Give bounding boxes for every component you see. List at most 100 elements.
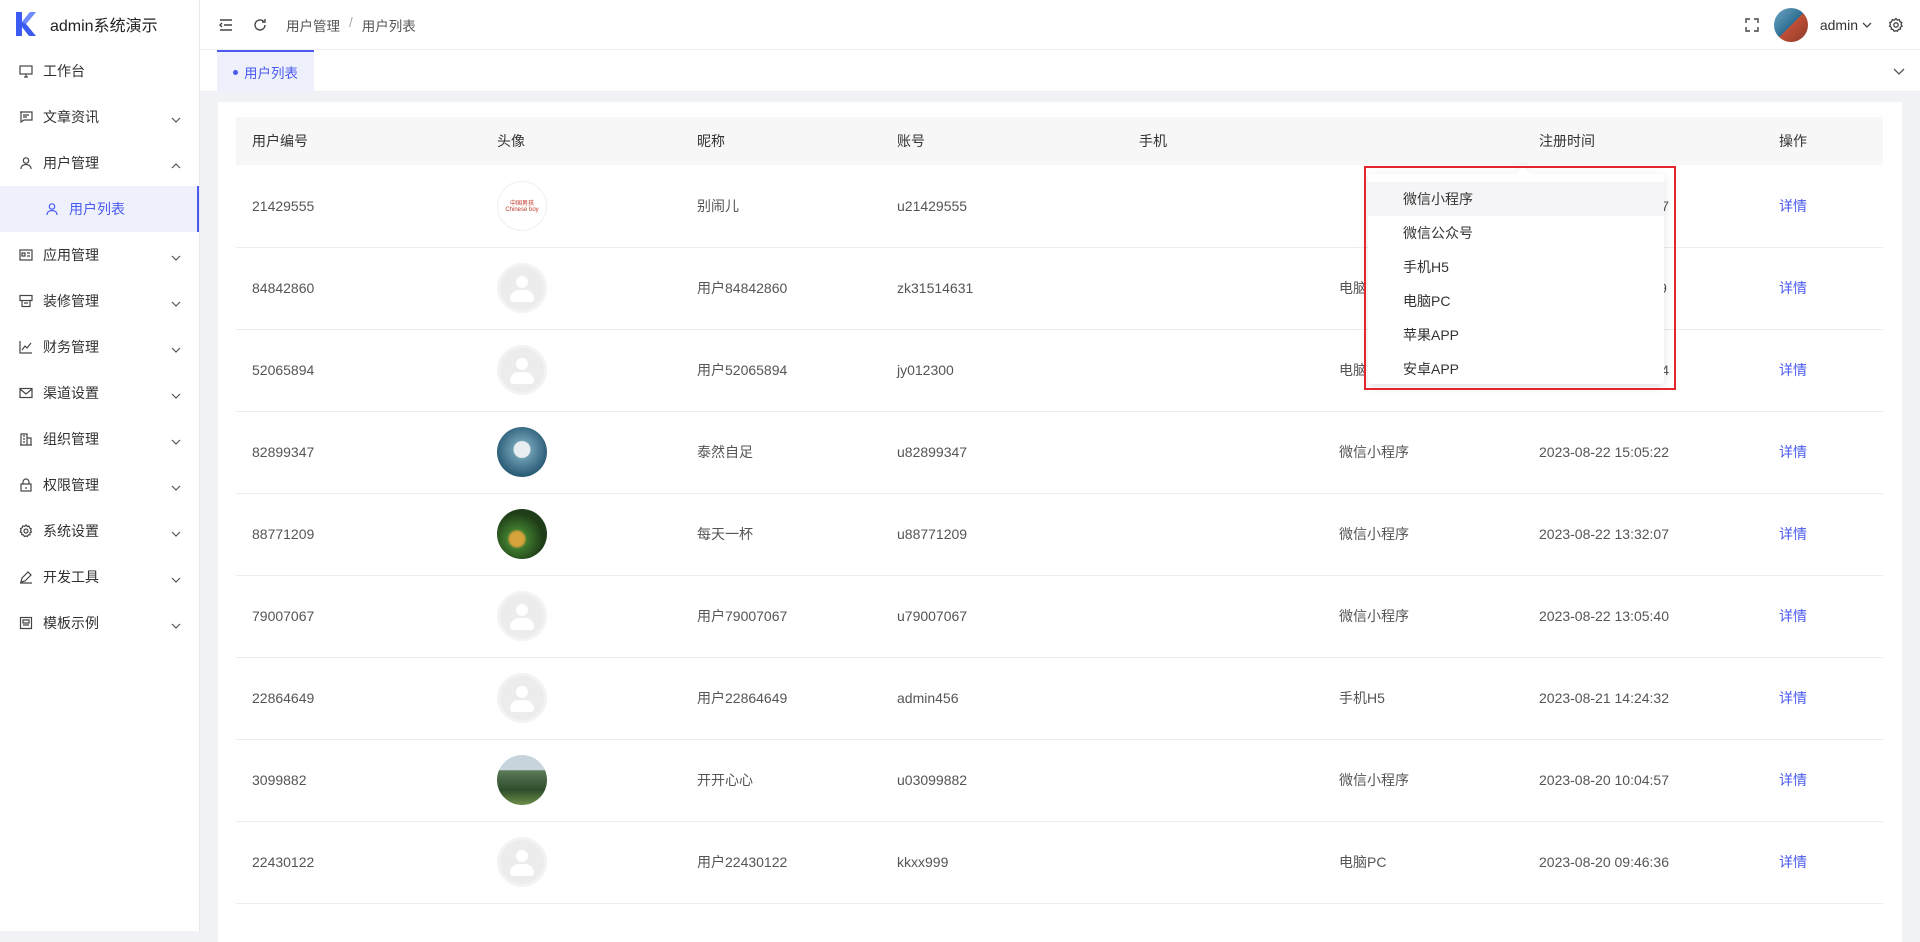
avatar-cell [481,821,681,904]
detail-link[interactable]: 详情 [1779,690,1807,706]
refresh-icon[interactable] [252,17,268,33]
breadcrumb-item-user-manage[interactable]: 用户管理 [286,15,340,35]
user-id-text: 3099882 [252,772,307,788]
chevron-up-icon [171,158,181,169]
avatar-logo-line-1: 中国男孩 [509,201,534,208]
user-menu[interactable]: admin [1820,17,1872,33]
chevron-down-icon [171,112,181,123]
sidebar-item-8[interactable]: 组织管理 [0,416,199,462]
dropdown-option-0[interactable]: 微信小程序 [1368,182,1664,216]
sidebar-item-11[interactable]: 开发工具 [0,554,199,600]
sidebar-item-label: 应用管理 [43,247,99,263]
nickname-cell: 用户52065894 [681,329,881,412]
detail-link[interactable]: 详情 [1779,854,1807,870]
source-text: 微信小程序 [1339,526,1409,542]
sidebar-menu: 工作台 文章资讯 用户管理 用户列表应用管理装修管理财务管理 渠道设置 组织管理权限管理系… [0,48,199,646]
sidebar-item-2[interactable]: 用户管理 [0,140,199,186]
sidebar-item-6[interactable]: 财务管理 [0,324,199,370]
register-time-cell: 2023-08-20 09:46:36 [1523,821,1763,904]
source-text: 微信小程序 [1339,772,1409,788]
dropdown-option-4[interactable]: 苹果APP [1368,318,1664,352]
detail-link[interactable]: 详情 [1779,362,1807,378]
tab-user-list[interactable]: 用户列表 [217,50,314,92]
account-text: u79007067 [897,608,968,624]
nickname-text: 用户79007067 [697,608,788,624]
avatar-cell [481,575,681,658]
account-cell: u03099882 [881,739,1123,822]
sidebar-item-10[interactable]: 系统设置 [0,508,199,554]
sidebar-item-label: 装修管理 [43,293,99,309]
chevron-down-icon [171,250,181,261]
column-header-3: 账号 [881,117,1123,165]
dropdown-option-3[interactable]: 电脑PC [1368,284,1664,318]
tabs-bar: 用户列表 [200,50,1920,92]
user-icon [44,201,60,217]
sidebar-item-0[interactable]: 工作台 [0,48,199,94]
register-time-text: 2023-08-21 14:24:32 [1539,690,1669,706]
collapse-menu-icon[interactable] [218,17,234,33]
source-cell: 微信小程序 [1323,493,1523,576]
detail-link[interactable]: 详情 [1779,608,1807,624]
app-logo[interactable]: admin系统演示 [0,0,199,48]
sidebar-item-9[interactable]: 权限管理 [0,462,199,508]
sidebar-item-1[interactable]: 文章资讯 [0,94,199,140]
sidebar-item-4[interactable]: 应用管理 [0,232,199,278]
detail-link[interactable]: 详情 [1779,444,1807,460]
breadcrumb: 用户管理 / 用户列表 [286,15,416,35]
action-cell: 详情 [1763,575,1883,658]
building-icon [18,431,34,447]
chevron-down-icon [171,342,181,353]
user-id-text: 22430122 [252,854,315,870]
avatar-logo-line-2: Chinese boy [505,207,539,214]
detail-link[interactable]: 详情 [1779,280,1807,296]
action-cell: 详情 [1763,247,1883,330]
account-text: u21429555 [897,197,968,214]
source-cell: 微信小程序 [1323,575,1523,658]
dropdown-option-1[interactable]: 微信公众号 [1368,216,1664,250]
sidebar-item-3[interactable]: 用户列表 [0,186,199,232]
chevron-down-icon [171,296,181,307]
chevron-down-icon [171,480,181,491]
table-row: 82899347 泰然自足 u82899347 微信小程序 2023-08-22 15:… [236,411,1883,494]
register-time-cell: 2023-08-22 13:05:40 [1523,575,1763,658]
detail-link[interactable]: 详情 [1779,772,1807,788]
register-time-cell: 2023-08-20 10:04:57 [1523,739,1763,822]
user-id-cell: 88771209 [236,493,481,576]
sidebar-item-7[interactable]: 渠道设置 [0,370,199,416]
avatar [497,509,547,559]
register-time-text: 2023-08-22 13:32:07 [1539,526,1669,542]
fullscreen-icon[interactable] [1744,17,1760,33]
user-id-cell: 84842860 [236,247,481,330]
dropdown-option-5[interactable]: 安卓APP [1368,352,1664,386]
avatar-cell [481,493,681,576]
action-cell: 详情 [1763,657,1883,740]
user-id-text: 79007067 [252,608,315,624]
nickname-cell: 泰然自足 [681,411,881,494]
source-text: 微信小程序 [1339,608,1409,624]
phone-cell [1123,821,1323,904]
username: admin [1819,16,1858,33]
table-row: 88771209 每天一杯 u88771209 微信小程序 2023-08-22 13:… [236,493,1883,576]
user-id-text: 52065894 [252,362,315,378]
action-cell: 详情 [1763,821,1883,904]
active-dot [233,69,238,75]
settings-gear-icon[interactable] [1888,17,1904,33]
sidebar-item-12[interactable]: 模板示例 [0,600,199,646]
phone-cell [1123,411,1323,494]
table-row: 22430122 用户22430122 kkxx999 电脑PC 2023-08-20 … [236,821,1883,904]
dropdown-option-2[interactable]: 手机H5 [1368,250,1664,284]
chevron-down-icon [171,388,181,399]
sidebar-item-5[interactable]: 装修管理 [0,278,199,324]
avatar-cell [481,247,681,330]
gear-icon [18,523,34,539]
detail-link[interactable]: 详情 [1779,526,1807,542]
user-id-cell: 52065894 [236,329,481,412]
tabs-more-chevron-icon[interactable] [1892,64,1906,78]
user-avatar[interactable] [1773,7,1808,42]
user-id-cell: 21429555 [236,165,481,248]
column-header-6: 注册时间 [1523,117,1763,165]
detail-link[interactable]: 详情 [1779,198,1807,214]
sidebar-item-label: 权限管理 [43,477,99,493]
account-text: u82899347 [897,444,968,460]
source-cell: 电脑PC [1323,821,1523,904]
